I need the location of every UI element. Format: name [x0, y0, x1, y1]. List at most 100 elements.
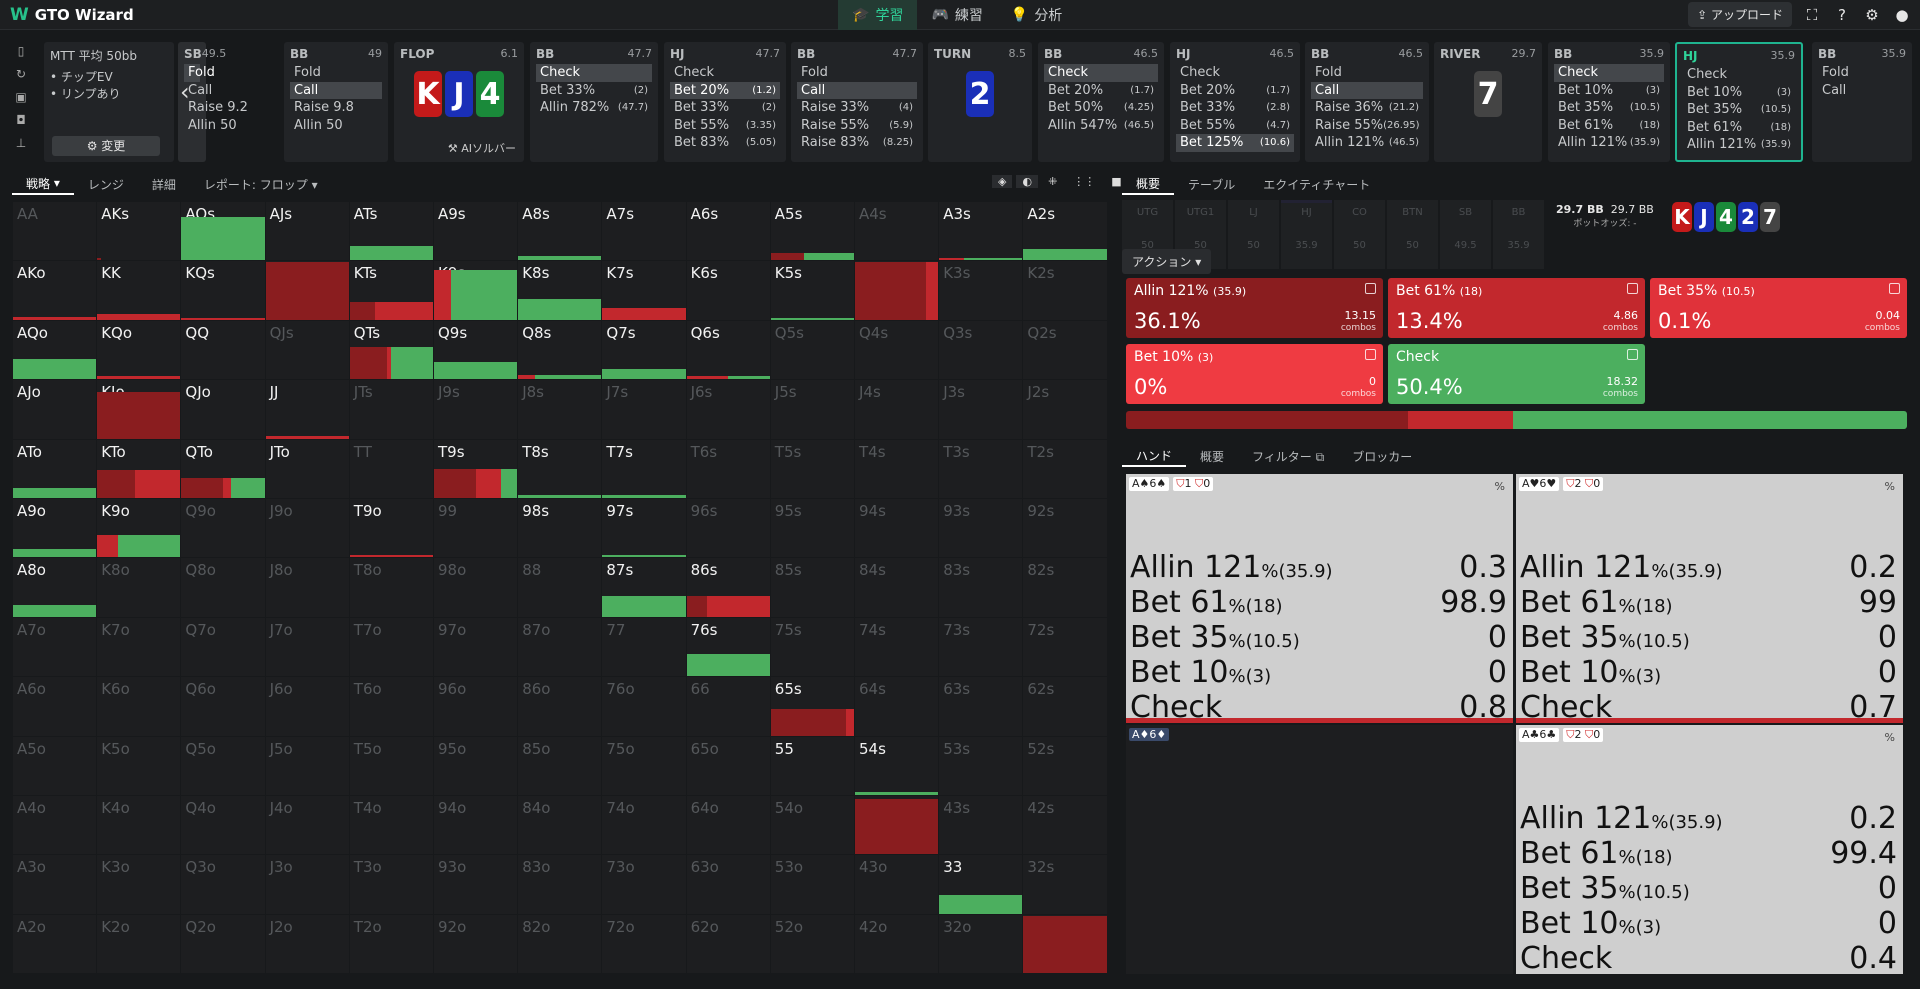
- hand-cell[interactable]: 98o: [434, 558, 518, 617]
- hand-cell[interactable]: AKs: [97, 202, 181, 261]
- hand-combo-panel[interactable]: A♥6♥ ⛉2 ⛉0% Allin 121%(35.9) 0.2 Bet 61%(18)…: [1516, 474, 1903, 723]
- node-action[interactable]: Fold: [290, 64, 382, 82]
- hand-cell[interactable]: K3o: [97, 855, 181, 914]
- hand-cell[interactable]: QQ: [181, 320, 265, 380]
- nav-analyze[interactable]: 💡 分析: [997, 0, 1076, 30]
- hand-cell[interactable]: J8s: [518, 380, 602, 439]
- hand-cell[interactable]: K3s: [939, 261, 1023, 320]
- hand-cell[interactable]: Q5o: [181, 736, 265, 795]
- hand-cell[interactable]: Q2s: [1023, 320, 1107, 380]
- hand-cell[interactable]: 53s: [939, 736, 1023, 795]
- hand-cell[interactable]: A9s: [434, 202, 518, 261]
- notes-icon[interactable]: [1365, 283, 1376, 294]
- hand-cell[interactable]: Q6s: [686, 320, 770, 380]
- hand-cell[interactable]: 88: [518, 558, 602, 617]
- hand-cell[interactable]: 54o: [770, 796, 854, 855]
- hand-cell[interactable]: T4o: [349, 796, 433, 855]
- hand-cell[interactable]: K7s: [602, 261, 686, 320]
- percent-toggle[interactable]: %: [1885, 480, 1895, 493]
- hand-cell[interactable]: T7s: [602, 439, 686, 498]
- hand-cell[interactable]: J4s: [855, 380, 939, 439]
- node-action[interactable]: Fold: [1818, 64, 1906, 82]
- hand-cell[interactable]: T7o: [349, 617, 433, 677]
- hand-cell[interactable]: T9o: [349, 499, 433, 558]
- hand-cell[interactable]: AQo: [13, 320, 97, 380]
- hand-cell[interactable]: 75o: [602, 736, 686, 795]
- hand-cell[interactable]: AJs: [265, 202, 349, 261]
- view-mode-4-icon[interactable]: ⋮⋮: [1067, 175, 1101, 188]
- action-box[interactable]: Bet 35% (10.5) 0.1% 0.04 combos: [1650, 278, 1907, 338]
- hand-cell[interactable]: A5o: [13, 736, 97, 795]
- hand-cell[interactable]: T5s: [770, 439, 854, 498]
- hand-cell[interactable]: A2s: [1023, 202, 1107, 261]
- hand-cell[interactable]: 94o: [434, 796, 518, 855]
- hand-cell[interactable]: 99: [434, 499, 518, 558]
- tab-detail[interactable]: 詳細: [138, 176, 190, 193]
- node-action[interactable]: Allin 121% (35.9): [1554, 134, 1664, 152]
- hand-cell[interactable]: A4s: [855, 202, 939, 261]
- hand-cell[interactable]: 74o: [602, 796, 686, 855]
- hand-cell[interactable]: 96o: [434, 677, 518, 736]
- hand-cell[interactable]: K4s: [855, 261, 939, 320]
- hand-cell[interactable]: Q3s: [939, 320, 1023, 380]
- hand-cell[interactable]: 53o: [770, 855, 854, 914]
- action-node-card[interactable]: BB 47.7 Check Bet 33% (2) Allin 782% (47.7): [530, 42, 658, 162]
- hand-cell[interactable]: K8o: [97, 558, 181, 617]
- node-action[interactable]: Bet 20% (1.2): [670, 81, 780, 99]
- hand-cell[interactable]: 96s: [686, 499, 770, 558]
- hand-cell[interactable]: J9o: [265, 499, 349, 558]
- notes-icon[interactable]: [1627, 283, 1638, 294]
- hand-cell[interactable]: 85o: [518, 736, 602, 795]
- scroll-left-chevron-icon[interactable]: ‹: [180, 78, 206, 108]
- hand-cell[interactable]: 95s: [770, 499, 854, 558]
- hand-cell[interactable]: 86s: [686, 558, 770, 617]
- node-action[interactable]: Check: [670, 64, 780, 82]
- node-action[interactable]: Bet 35% (10.5): [1554, 99, 1664, 117]
- hand-cell[interactable]: QJo: [181, 380, 265, 439]
- hand-cell[interactable]: 83o: [518, 855, 602, 914]
- action-box[interactable]: Bet 10% (3) 0% 0 combos: [1126, 344, 1383, 404]
- settings-gear-icon[interactable]: ⚙: [1862, 5, 1882, 25]
- hand-cell[interactable]: T6s: [686, 439, 770, 498]
- node-action[interactable]: Check: [1176, 64, 1294, 82]
- hand-cell[interactable]: 43o: [855, 855, 939, 914]
- hand-cell[interactable]: 22: [1023, 914, 1107, 974]
- hand-cell[interactable]: K9s: [434, 261, 518, 320]
- hand-cell[interactable]: 52o: [770, 914, 854, 974]
- view-mode-1-icon[interactable]: ◈: [992, 175, 1013, 188]
- position-chip[interactable]: BB 35.9: [1493, 200, 1544, 269]
- hand-cell[interactable]: T6o: [349, 677, 433, 736]
- node-action[interactable]: Check: [1683, 66, 1795, 84]
- hand-cell[interactable]: KJs: [265, 261, 349, 320]
- action-box[interactable]: Check 50.4% 18.32 combos: [1388, 344, 1645, 404]
- help-icon[interactable]: ?: [1832, 5, 1852, 25]
- tab-equity-chart[interactable]: エクイティチャート: [1249, 176, 1384, 193]
- tab-hands[interactable]: ハンド: [1122, 445, 1187, 467]
- hand-cell[interactable]: Q9o: [181, 499, 265, 558]
- node-action[interactable]: Allin 782% (47.7): [536, 99, 652, 117]
- action-node-card[interactable]: FLOP 6.1 K J 4 ⚒ AIソルバー: [394, 42, 524, 162]
- hand-cell[interactable]: T4s: [855, 439, 939, 498]
- upload-button[interactable]: ⇪ アップロード: [1688, 2, 1792, 27]
- hand-cell[interactable]: 63s: [939, 677, 1023, 736]
- hand-cell[interactable]: J7o: [265, 617, 349, 677]
- hand-cell[interactable]: 85s: [770, 558, 854, 617]
- hand-cell[interactable]: T8o: [349, 558, 433, 617]
- node-action[interactable]: Bet 35% (10.5): [1683, 101, 1795, 119]
- hand-cell[interactable]: Q7s: [602, 320, 686, 380]
- action-node-card[interactable]: BB 49 Fold Call Raise 9.8 Allin 50: [284, 42, 388, 162]
- hand-cell[interactable]: J9s: [434, 380, 518, 439]
- position-chip[interactable]: HJ 35.9: [1281, 200, 1332, 269]
- hand-cell[interactable]: T3s: [939, 439, 1023, 498]
- position-chip[interactable]: UTG 50: [1122, 200, 1173, 269]
- hand-cell[interactable]: K5s: [770, 261, 854, 320]
- hand-cell[interactable]: 92o: [434, 914, 518, 974]
- hand-cell[interactable]: K8s: [518, 261, 602, 320]
- hand-cell[interactable]: A8s: [518, 202, 602, 261]
- action-node-card[interactable]: BB 46.5 Check Bet 20% (1.7) Bet 50% (4.25) Alli…: [1038, 42, 1164, 162]
- tab-table[interactable]: テーブル: [1174, 176, 1249, 193]
- hand-cell[interactable]: AJo: [13, 380, 97, 439]
- hand-cell[interactable]: KTs: [349, 261, 433, 320]
- node-action[interactable]: Bet 10% (3): [1554, 82, 1664, 100]
- tab-blockers[interactable]: ブロッカー: [1338, 448, 1426, 465]
